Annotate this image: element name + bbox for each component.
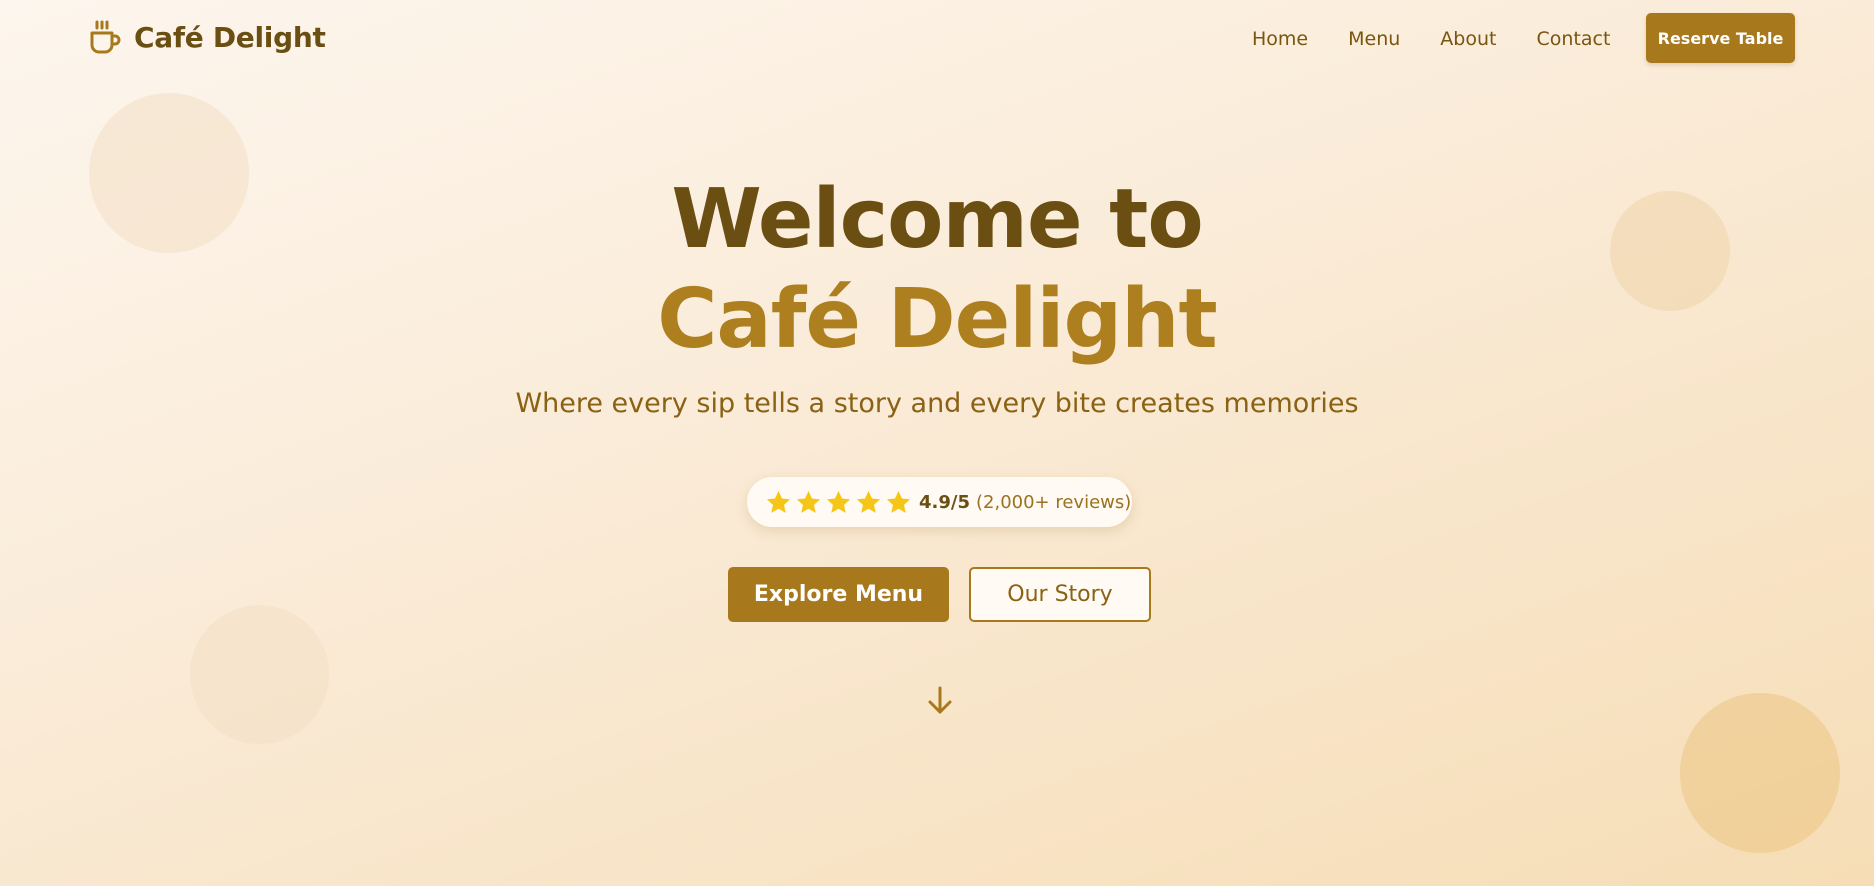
star-rating [765,489,915,516]
nav-link-about[interactable]: About [1440,25,1496,53]
nav-link-home[interactable]: Home [1252,25,1308,53]
brand-logo[interactable]: Café Delight [86,18,326,56]
star-icon [796,490,821,513]
hero-section: Welcome to Café Delight Where every sip … [0,170,1874,419]
rating-score: 4.9/5 [919,491,970,513]
brand-name: Café Delight [134,20,326,54]
explore-menu-button[interactable]: Explore Menu [728,567,949,622]
hero-title-line2: Café Delight [657,272,1218,367]
nav-link-menu[interactable]: Menu [1348,25,1400,53]
decorative-circle [190,605,329,744]
hero-tagline: Where every sip tells a story and every … [515,388,1359,419]
coffee-cup-icon [90,20,121,54]
rating-badge: 4.9/5 (2,000+ reviews) [747,477,1132,527]
star-icon [856,490,881,513]
star-icon [886,490,911,513]
reserve-table-button[interactable]: Reserve Table [1646,13,1795,63]
nav-links: Home Menu About Contact [1252,25,1650,53]
rating-review-count: (2,000+ reviews) [976,491,1132,513]
star-icon [766,490,791,513]
hero-title-line1: Welcome to [671,172,1203,267]
nav-link-contact[interactable]: Contact [1536,25,1610,53]
decorative-circle [1680,693,1840,853]
our-story-button[interactable]: Our Story [969,567,1151,622]
arrow-down-icon[interactable] [922,683,958,719]
top-navbar: Café Delight Home Menu About Contact Res… [0,0,1874,78]
star-icon [826,490,851,513]
